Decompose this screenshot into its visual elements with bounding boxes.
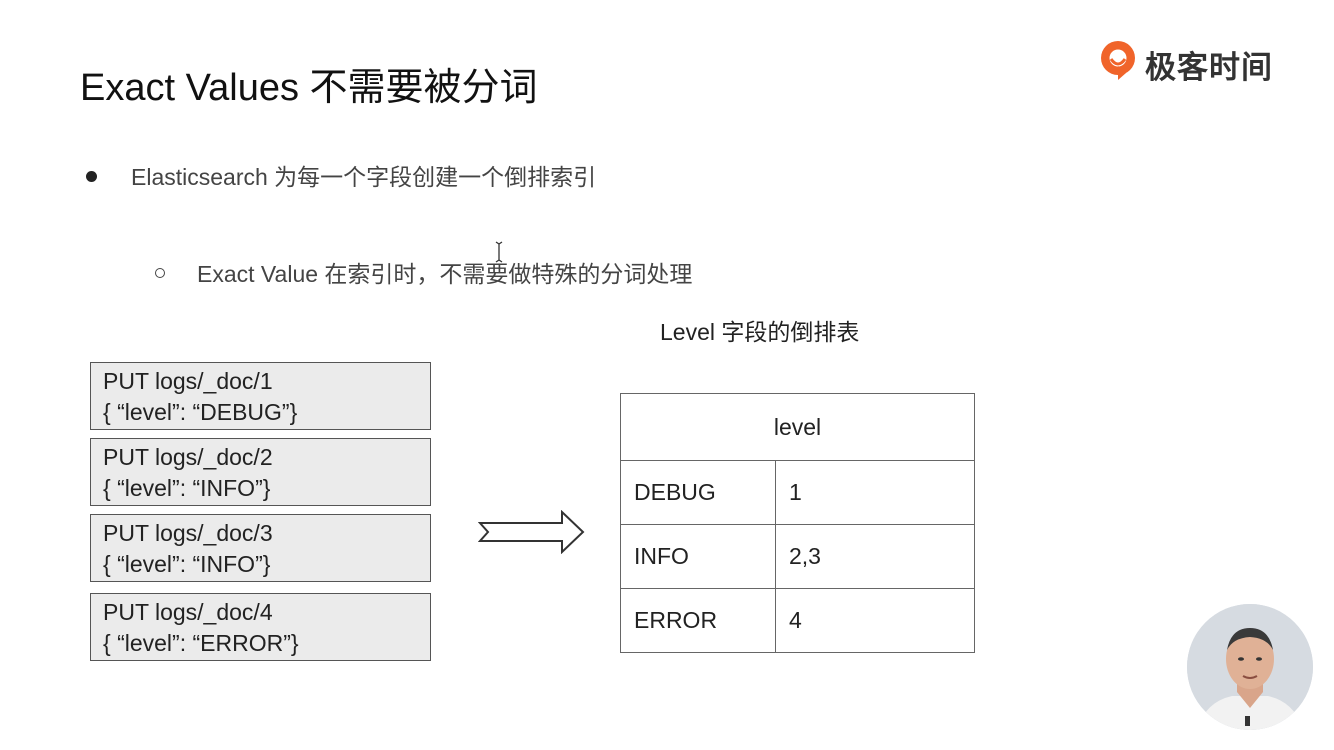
request-line: PUT logs/_doc/4 [103, 599, 273, 625]
request-line: PUT logs/_doc/2 [103, 444, 273, 470]
json-body: { “level”: “INFO”} [103, 475, 271, 501]
doc-ids-cell: 4 [775, 588, 975, 653]
json-body: { “level”: “ERROR”} [103, 630, 299, 656]
term-cell: ERROR [620, 588, 776, 653]
request-line: PUT logs/_doc/3 [103, 520, 273, 546]
slide: Exact Values 不需要被分词 极客时间 Elasticsearch 为… [0, 0, 1334, 750]
geektime-logo: 极客时间 [1097, 36, 1297, 86]
bullet-dot-icon [86, 171, 97, 183]
bullet-item: Elasticsearch 为每一个字段创建一个倒排索引 [86, 158, 596, 192]
doc-ids-cell: 2,3 [775, 524, 975, 589]
json-body: { “level”: “DEBUG”} [103, 399, 298, 425]
text-cursor-icon [495, 241, 503, 263]
table-row: INFO 2,3 [620, 524, 975, 589]
geektime-logo-icon [1101, 41, 1135, 80]
term-cell: DEBUG [620, 460, 776, 525]
table-header-row: level [620, 393, 975, 461]
document-box: PUT logs/_doc/2 { “level”: “INFO”} [90, 438, 431, 506]
term-cell: INFO [620, 524, 776, 589]
sub-bullet-text: Exact Value 在索引时，不需要做特殊的分词处理 [197, 261, 693, 287]
presenter-avatar-icon [1187, 604, 1313, 730]
document-box: PUT logs/_doc/1 { “level”: “DEBUG”} [90, 362, 431, 430]
column-header: level [620, 393, 975, 461]
right-arrow-icon [478, 510, 585, 554]
hollow-bullet-icon [155, 267, 165, 278]
table-row: ERROR 4 [620, 588, 975, 653]
logo-text: 极客时间 [1145, 50, 1273, 85]
presenter-webcam [1187, 604, 1313, 730]
inverted-index-table: level DEBUG 1 INFO 2,3 ERROR 4 [620, 393, 975, 653]
bullet-text: Elasticsearch 为每一个字段创建一个倒排索引 [131, 164, 597, 190]
document-box: PUT logs/_doc/4 { “level”: “ERROR”} [90, 593, 431, 661]
document-box: PUT logs/_doc/3 { “level”: “INFO”} [90, 514, 431, 582]
table-caption: Level 字段的倒排表 [660, 319, 860, 345]
json-body: { “level”: “INFO”} [103, 551, 271, 577]
table-row: DEBUG 1 [620, 460, 975, 525]
sub-bullet-item: Exact Value 在索引时，不需要做特殊的分词处理 [155, 255, 692, 289]
request-line: PUT logs/_doc/1 [103, 368, 273, 394]
doc-ids-cell: 1 [775, 460, 975, 525]
slide-title: Exact Values 不需要被分词 [80, 67, 538, 109]
